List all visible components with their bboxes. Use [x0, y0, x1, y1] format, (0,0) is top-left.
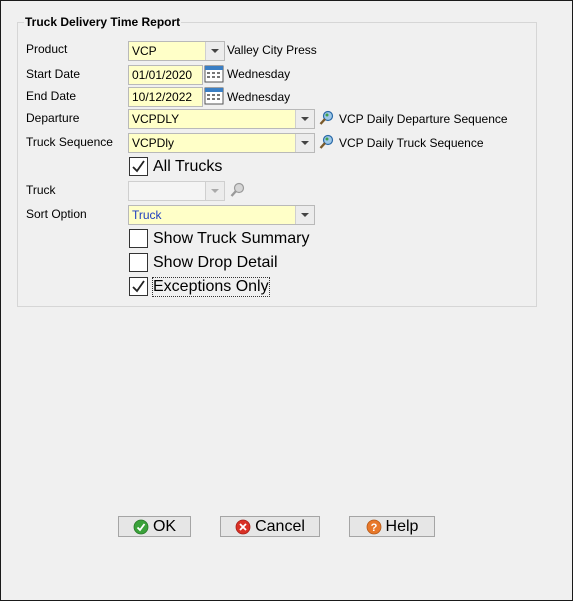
lookup-icon [230, 182, 245, 197]
departure-label: Departure [26, 111, 80, 125]
all-trucks-label[interactable]: All Trucks [153, 158, 222, 176]
end-date-label: End Date [26, 89, 77, 103]
all-trucks-checkbox[interactable] [129, 157, 148, 176]
sort-option-dropdown-button[interactable] [295, 206, 314, 224]
product-dropdown-button[interactable] [205, 42, 224, 60]
svg-text:?: ? [370, 522, 377, 534]
chevron-down-icon [301, 141, 309, 145]
truck-dropdown-button[interactable] [205, 182, 224, 200]
product-description: Valley City Press [227, 43, 317, 57]
x-circle-icon [235, 519, 251, 534]
checkmark-icon [132, 160, 145, 173]
lookup-icon[interactable] [319, 110, 335, 126]
help-button-label: Help [385, 517, 419, 535]
departure-dropdown-button[interactable] [295, 110, 314, 128]
chevron-down-icon [211, 189, 219, 193]
departure-combo[interactable]: VCPDLY [128, 109, 315, 129]
product-combo[interactable]: VCP [128, 41, 225, 61]
question-circle-icon: ? [366, 519, 381, 534]
show-drop-detail-label[interactable]: Show Drop Detail [153, 254, 278, 272]
departure-description: VCP Daily Departure Sequence [339, 112, 508, 126]
ok-button[interactable]: OK [118, 516, 191, 537]
checkmark-icon [132, 280, 145, 293]
sort-option-combo[interactable]: Truck [128, 205, 315, 225]
ok-button-label: OK [152, 517, 177, 535]
exceptions-only-label[interactable]: Exceptions Only [152, 277, 270, 297]
departure-value: VCPDLY [132, 112, 180, 126]
end-date-input[interactable]: 10/12/2022 [128, 87, 203, 107]
chevron-down-icon [301, 213, 309, 217]
lookup-icon[interactable] [319, 134, 335, 150]
truck-label: Truck [26, 183, 56, 197]
truck-combo[interactable] [128, 181, 225, 201]
product-value: VCP [132, 44, 157, 58]
sort-option-value: Truck [132, 208, 162, 222]
start-date-weekday: Wednesday [227, 67, 291, 81]
truck-sequence-label: Truck Sequence [26, 135, 113, 149]
start-date-label: Start Date [26, 67, 81, 81]
help-button[interactable]: ? Help [349, 516, 435, 537]
calendar-icon[interactable] [204, 64, 224, 84]
group-title: Truck Delivery Time Report [24, 15, 182, 29]
check-circle-icon [133, 519, 149, 534]
calendar-icon[interactable] [204, 86, 224, 106]
chevron-down-icon [301, 117, 309, 121]
show-truck-summary-label[interactable]: Show Truck Summary [153, 230, 309, 248]
truck-sequence-value: VCPDly [132, 136, 175, 150]
truck-sequence-combo[interactable]: VCPDly [128, 133, 315, 153]
truck-sequence-description: VCP Daily Truck Sequence [339, 136, 484, 150]
end-date-weekday: Wednesday [227, 90, 291, 104]
cancel-button[interactable]: Cancel [220, 516, 320, 537]
product-label: Product [26, 42, 68, 56]
chevron-down-icon [211, 49, 219, 53]
sort-option-label: Sort Option [26, 207, 87, 221]
show-drop-detail-checkbox[interactable] [129, 253, 148, 272]
exceptions-only-checkbox[interactable] [129, 277, 148, 296]
start-date-input[interactable]: 01/01/2020 [128, 65, 203, 85]
truck-sequence-dropdown-button[interactable] [295, 134, 314, 152]
show-truck-summary-checkbox[interactable] [129, 229, 148, 248]
cancel-button-label: Cancel [255, 517, 305, 535]
